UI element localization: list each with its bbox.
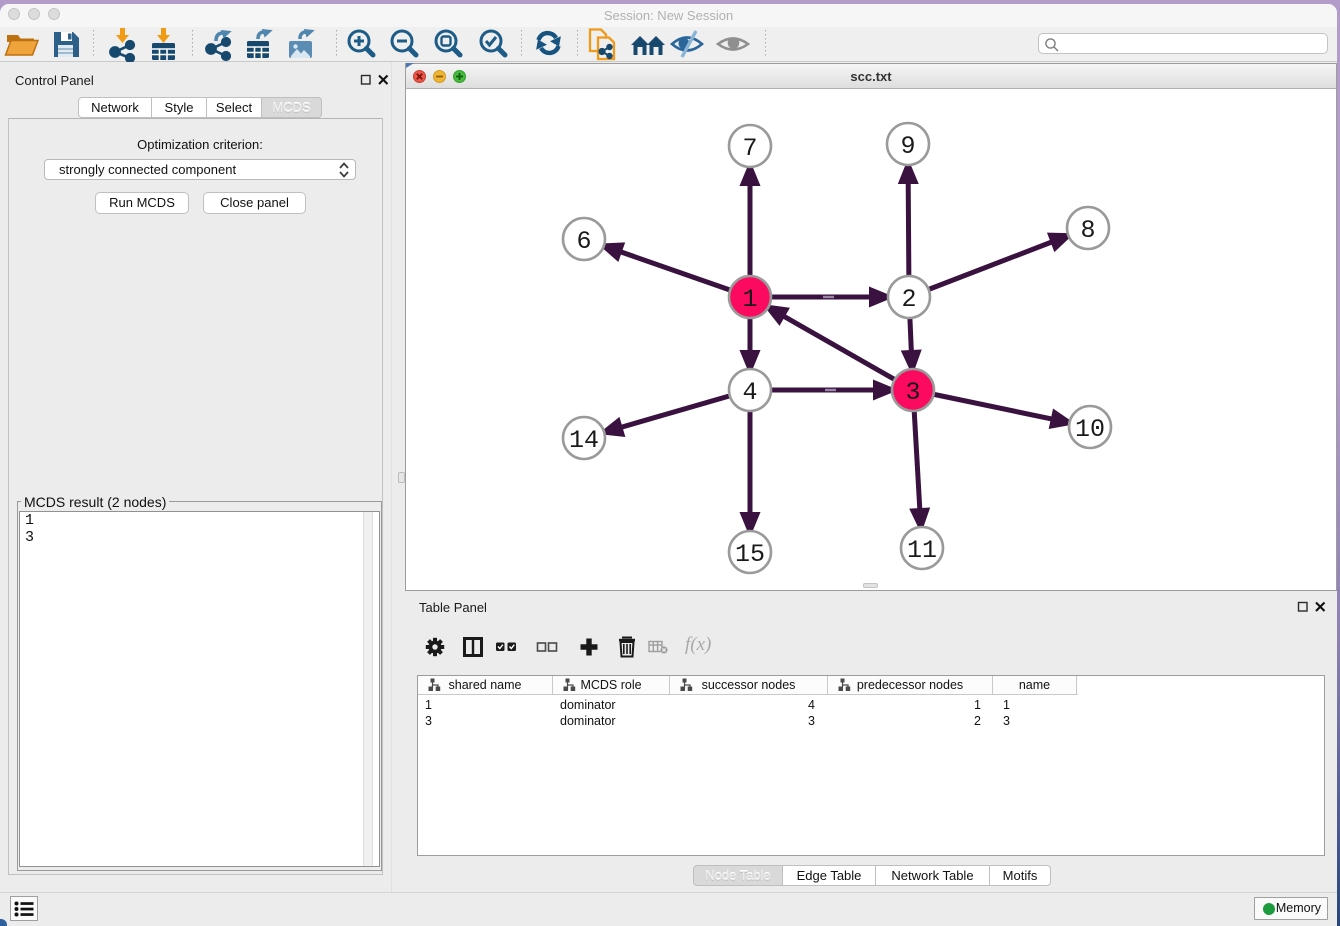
svg-text:8: 8 (1080, 216, 1095, 245)
svg-text:4: 4 (742, 378, 757, 407)
svg-text:1: 1 (742, 285, 757, 314)
svg-text:7: 7 (742, 134, 757, 163)
svg-text:6: 6 (576, 227, 591, 256)
svg-text:14: 14 (569, 426, 599, 455)
svg-text:3: 3 (905, 378, 920, 407)
svg-text:10: 10 (1075, 415, 1105, 444)
svg-text:9: 9 (900, 132, 915, 161)
svg-text:15: 15 (735, 540, 765, 569)
svg-text:2: 2 (901, 285, 916, 314)
svg-text:11: 11 (907, 536, 937, 565)
